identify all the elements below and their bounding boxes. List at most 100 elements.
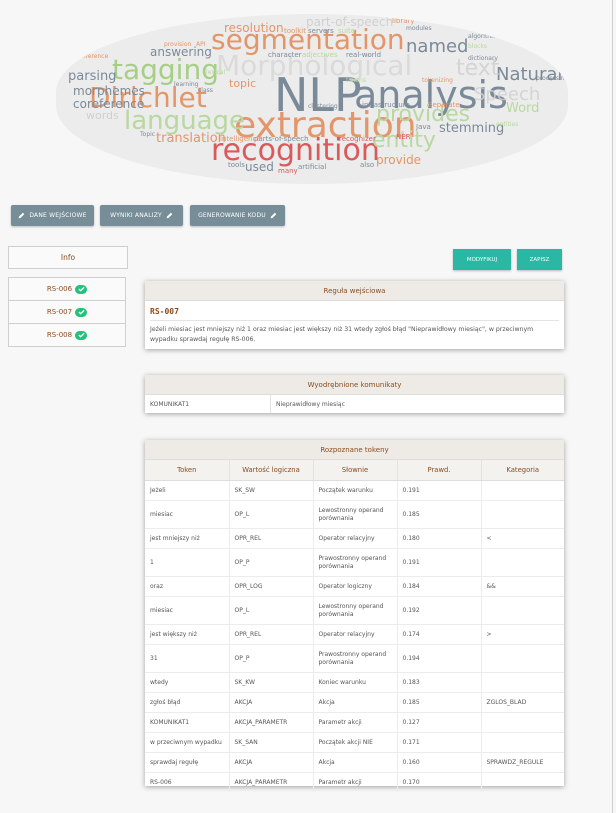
input-data-button[interactable]: DANE WEJŚCIOWE bbox=[11, 205, 94, 226]
rule-item-rs-007[interactable]: RS-007 bbox=[8, 301, 126, 324]
token-cell-words: Prawostronny operand porównania bbox=[313, 548, 398, 577]
column-header-words: Słownie bbox=[313, 460, 398, 481]
word-cloud-word: character bbox=[268, 51, 302, 59]
word-cloud-word: blocks bbox=[468, 43, 488, 50]
table-row: miesiac OP_L Lewostronny operand porównani… bbox=[145, 596, 564, 625]
table-row: wtedy SK_KW Koniec warunku 0.183 bbox=[145, 672, 564, 693]
analysis-results-button[interactable]: WYNIKI ANALIZY bbox=[100, 205, 183, 226]
token-cell-logic: SK_SW bbox=[229, 480, 314, 501]
word-cloud-word: entities bbox=[496, 121, 519, 128]
token-cell-words: Akcja bbox=[313, 692, 398, 713]
save-label: ZAPISZ bbox=[529, 256, 550, 263]
token-cell-prob: 0.180 bbox=[397, 528, 482, 549]
pencil-icon bbox=[19, 212, 25, 219]
token-cell-words: Operator relacyjny bbox=[313, 528, 398, 549]
check-icon bbox=[75, 307, 88, 317]
token-cell-prob: 0.194 bbox=[397, 644, 482, 673]
token-cell-words: Początek warunku bbox=[313, 480, 398, 501]
word-cloud-word: tagging bbox=[112, 53, 219, 86]
word-cloud-word: resolution bbox=[224, 21, 284, 35]
divider bbox=[150, 320, 559, 321]
token-cell-prob: 0.192 bbox=[397, 596, 482, 625]
token-cell-token: sprawdaj regułę bbox=[145, 752, 230, 773]
word-cloud-word: artificial bbox=[298, 163, 327, 171]
word-cloud-word: clustering bbox=[308, 103, 338, 110]
word-cloud-word: Topic bbox=[140, 131, 156, 138]
token-cell-category bbox=[481, 772, 564, 792]
code-generation-label: GENEROWANIE KODU bbox=[198, 212, 266, 219]
column-header-token: Token bbox=[145, 460, 230, 481]
pencil-icon bbox=[270, 212, 277, 219]
token-cell-words: Operator logiczny bbox=[313, 576, 398, 597]
word-cloud-word: named bbox=[406, 36, 469, 57]
table-row: KOMUNIKAT1 AKCJA_PARAMETR Parametr akcji 0.… bbox=[145, 712, 564, 733]
check-icon bbox=[75, 284, 88, 294]
info-tab[interactable]: Info bbox=[8, 246, 128, 269]
word-cloud-word: recognizer bbox=[339, 135, 376, 143]
token-cell-prob: 0.171 bbox=[397, 732, 482, 753]
token-cell-words: Lewostronny operand porównania bbox=[313, 596, 398, 625]
token-cell-logic: AKCJA bbox=[229, 692, 314, 713]
token-cell-words: Parametr akcji bbox=[313, 712, 398, 733]
table-row: 31 OP_P Prawostronny operand porównania 0.1… bbox=[145, 644, 564, 673]
token-cell-logic: OP_P bbox=[229, 644, 314, 673]
token-cell-words: Lewostronny operand porównania bbox=[313, 500, 398, 529]
token-cell-category bbox=[481, 644, 564, 673]
token-cell-logic: OP_P bbox=[229, 548, 314, 577]
word-cloud-image: NLP analysis extraction recognition segmenta… bbox=[56, 14, 568, 184]
word-cloud-word: tokens bbox=[346, 77, 366, 84]
word-cloud-word: stemming bbox=[439, 121, 505, 136]
rule-item-rs-008[interactable]: RS-008 bbox=[8, 324, 126, 347]
token-cell-words: Operator relacyjny bbox=[313, 624, 398, 645]
column-header-prob: Prawd. bbox=[397, 460, 482, 481]
token-cell-prob: 0.174 bbox=[397, 624, 482, 645]
rule-list: RS-006 RS-007 RS-008 bbox=[8, 277, 126, 347]
word-cloud-word: API bbox=[196, 41, 206, 48]
word-cloud-word: morphemes bbox=[73, 84, 145, 98]
table-row: jest mniejszy niż OPR_REL Operator relacyj… bbox=[145, 528, 564, 549]
tokens-header-row: Token Wartość logiczna Słownie Prawd. Ka… bbox=[145, 460, 564, 481]
input-rule-panel: Reguła wejściowa RS-007 Jeżeli miesiac j… bbox=[145, 281, 564, 349]
word-cloud-word: parts-of-speech bbox=[254, 135, 309, 143]
message-row: KOMUNIKAT1 Nieprawidłowy miesiąc bbox=[145, 395, 564, 413]
token-cell-token: miesiac bbox=[145, 500, 230, 529]
messages-header: Wyodrębnione komunikaty bbox=[145, 375, 564, 395]
token-cell-logic: OP_L bbox=[229, 500, 314, 529]
info-label: Info bbox=[60, 253, 76, 262]
token-cell-logic: OPR_REL bbox=[229, 624, 314, 645]
code-generation-button[interactable]: GENEROWANIE KODU bbox=[190, 205, 285, 226]
word-cloud-word: suite bbox=[338, 27, 356, 35]
token-cell-words: Prawostronny operand porównania bbox=[313, 644, 398, 673]
input-rule-header: Reguła wejściowa bbox=[145, 281, 564, 301]
message-key: KOMUNIKAT1 bbox=[145, 395, 271, 413]
token-cell-prob: 0.185 bbox=[397, 500, 482, 529]
token-cell-prob: 0.191 bbox=[397, 480, 482, 501]
table-row: Jeżeli SK_SW Początek warunku 0.191 bbox=[145, 480, 564, 501]
word-cloud-word: real-world bbox=[346, 51, 382, 59]
table-row: jest większy niż OPR_REL Operator relacyjn… bbox=[145, 624, 564, 645]
token-cell-logic: AKCJA bbox=[229, 752, 314, 773]
token-cell-logic: OPR_LOG bbox=[229, 576, 314, 597]
token-cell-logic: SK_SAN bbox=[229, 732, 314, 753]
token-cell-prob: 0.160 bbox=[397, 752, 482, 773]
table-row: oraz OPR_LOG Operator logiczny 0.184 && bbox=[145, 576, 564, 597]
token-cell-category bbox=[481, 732, 564, 753]
token-cell-token: jest mniejszy niż bbox=[145, 528, 230, 549]
token-cell-logic: AKCJA_PARAMETR bbox=[229, 772, 314, 792]
pencil-icon bbox=[166, 212, 173, 219]
rule-label: RS-008 bbox=[46, 331, 73, 339]
rule-item-rs-006[interactable]: RS-006 bbox=[8, 277, 126, 301]
word-cloud-word: Conference bbox=[74, 53, 109, 60]
word-cloud-word: topic bbox=[229, 77, 257, 90]
page-right-border bbox=[612, 0, 613, 813]
table-row: miesiac OP_L Lewostronny operand porównani… bbox=[145, 500, 564, 529]
word-cloud-word: infrastructure bbox=[362, 101, 410, 109]
modify-button[interactable]: MODYFIKUJ bbox=[453, 249, 511, 270]
word-cloud-word: tools bbox=[228, 161, 245, 169]
table-row: 1 OP_P Prawostronny operand porównania 0.19… bbox=[145, 548, 564, 577]
save-button[interactable]: ZAPISZ bbox=[517, 249, 562, 270]
rule-label: RS-007 bbox=[46, 308, 73, 316]
word-cloud-word: Word bbox=[506, 101, 540, 116]
word-cloud-word: used bbox=[245, 160, 274, 174]
tokens-panel: Rozpoznane tokeny Token Wartość logiczna… bbox=[145, 440, 564, 792]
